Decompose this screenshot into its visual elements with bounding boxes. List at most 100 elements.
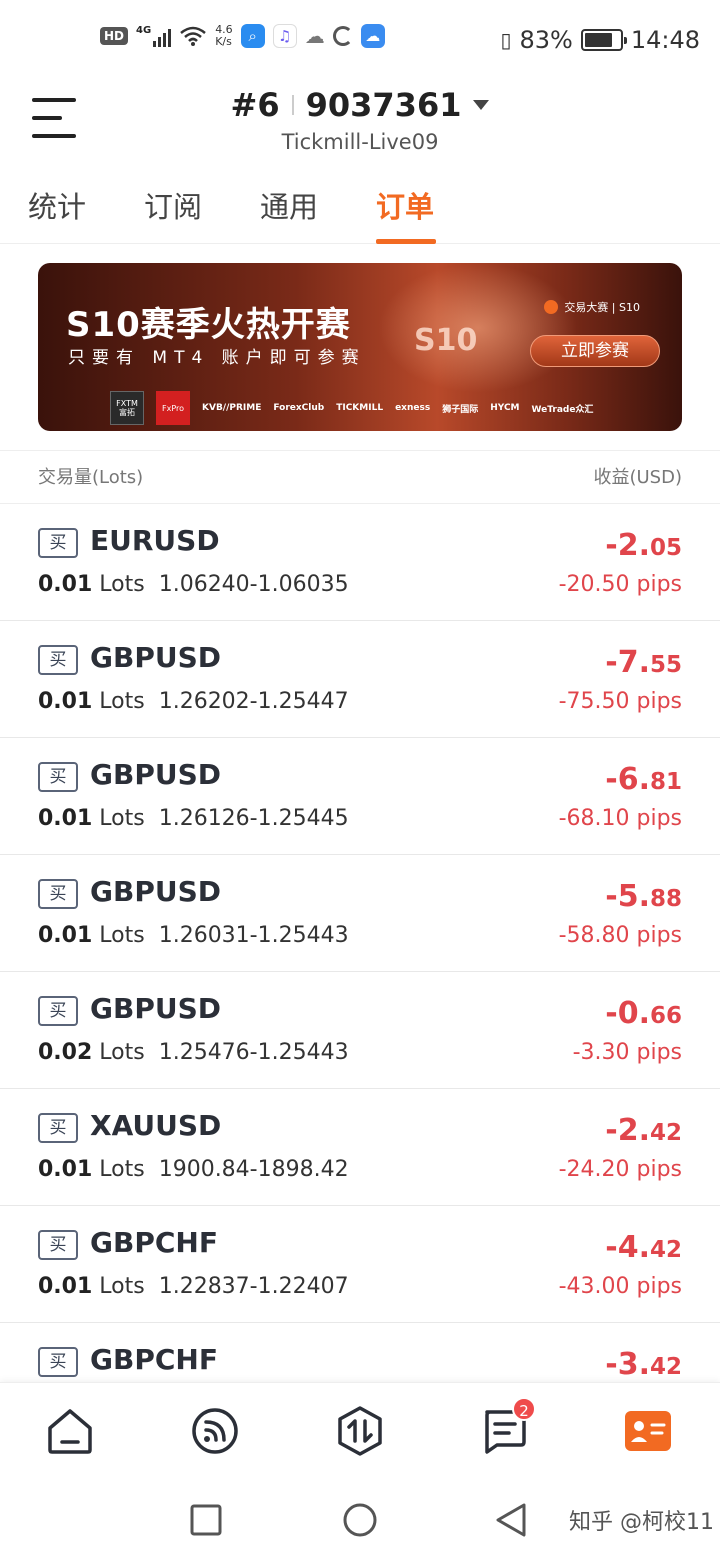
orders-column-header: 交易量(Lots) 收益(USD) — [0, 450, 720, 504]
order-lots-unit: Lots — [99, 923, 145, 948]
order-profit: -2.05 — [605, 528, 682, 563]
order-pips: -68.10 pips — [558, 806, 682, 831]
order-detail: 0.02 Lots 1.25476-1.25443 — [38, 1040, 349, 1065]
order-prices: 1.25476-1.25443 — [158, 1040, 349, 1065]
nav-messages[interactable]: 2 — [478, 1397, 536, 1457]
order-symbol: EURUSD — [90, 524, 220, 557]
tab-subscriptions[interactable]: 订阅 — [144, 184, 202, 226]
nav-home[interactable] — [44, 1405, 96, 1457]
order-profit: -6.81 — [605, 762, 682, 797]
sync-icon — [332, 26, 353, 46]
cloud-app-icon: ☁ — [360, 24, 385, 48]
system-nav-bar: 知乎 @柯校11 — [0, 1478, 720, 1560]
order-profit: -7.55 — [605, 645, 682, 680]
order-prices: 1.26031-1.25443 — [158, 923, 349, 948]
app-header: #6 9037361 Tickmill-Live09 — [0, 84, 720, 174]
bottom-nav: 2 — [0, 1382, 720, 1478]
status-right: ▯ 83% 14:48 — [500, 26, 700, 54]
order-prices: 1900.84-1898.42 — [158, 1157, 349, 1182]
order-profit: -2.42 — [605, 1113, 682, 1148]
watermark: 知乎 @柯校11 — [569, 1510, 714, 1535]
chevron-down-icon — [473, 100, 490, 110]
order-row[interactable]: 买 EURUSD 0.01 Lots 1.06240-1.06035 -2.05… — [0, 504, 720, 621]
battery-icon — [580, 29, 627, 51]
sponsor-logo-lion: 狮子国际 — [442, 404, 479, 415]
order-prices: 1.06240-1.06035 — [158, 572, 349, 597]
order-detail: 0.01 Lots 1.26202-1.25447 — [38, 689, 349, 714]
banner-brand: 交易大赛 | S10 — [544, 299, 640, 315]
wifi-icon — [180, 26, 206, 46]
trade-icon — [338, 1406, 382, 1456]
order-pips: -24.20 pips — [558, 1157, 682, 1182]
sponsor-logo-wetrade: WeTrade众汇 — [531, 404, 594, 415]
account-selector: #6 9037361 Tickmill-Live09 — [0, 84, 720, 154]
order-lots: 0.01 — [38, 1274, 93, 1299]
banner-title: S10赛季火热开赛 — [66, 305, 351, 345]
orders-list: 买 EURUSD 0.01 Lots 1.06240-1.06035 -2.05… — [0, 504, 720, 1382]
banner-brand-label: 交易大赛 | S10 — [564, 301, 640, 314]
order-side-badge: 买 — [38, 1230, 78, 1260]
tab-orders[interactable]: 订单 — [376, 184, 434, 226]
order-symbol: GBPUSD — [90, 875, 221, 908]
divider — [291, 95, 294, 115]
order-detail: 0.01 Lots 1.26031-1.25443 — [38, 923, 349, 948]
net-speed-unit: K/s — [215, 35, 232, 48]
order-row[interactable]: 买 XAUUSD 0.01 Lots 1900.84-1898.42 -2.42… — [0, 1089, 720, 1206]
nav-trade[interactable] — [334, 1405, 386, 1457]
order-side-badge: 买 — [38, 645, 78, 675]
hd-indicator: HD — [100, 27, 129, 45]
nav-account[interactable] — [622, 1405, 674, 1457]
server-name: Tickmill-Live09 — [281, 130, 439, 154]
order-side-badge: 买 — [38, 1347, 78, 1377]
home-circle-icon[interactable] — [342, 1502, 378, 1538]
order-row[interactable]: 买 GBPCHF 0.01 Lots 1.22837-1.22407 -4.42… — [0, 1206, 720, 1323]
app-screen: HD 4G 4.6 K/s ⌕ ♫ ☁ ☁ ▯ 83% 14:48 #6 903… — [0, 0, 720, 1560]
order-lots-unit: Lots — [99, 1157, 145, 1182]
promo-banner[interactable]: S10赛季火热开赛 只要有 MT4 账户即可参赛 S10 交易大赛 | S10 … — [38, 263, 682, 431]
join-contest-button[interactable]: 立即参赛 — [530, 335, 660, 367]
order-symbol: GBPCHF — [90, 1226, 218, 1259]
tab-statistics[interactable]: 统计 — [28, 184, 86, 226]
nav-feed[interactable] — [189, 1405, 241, 1457]
order-profit: -3.42 — [605, 1347, 682, 1382]
order-lots-unit: Lots — [99, 806, 145, 831]
order-prices: 1.26126-1.25445 — [158, 806, 349, 831]
banner-subtitle: 只要有 MT4 账户即可参赛 — [68, 348, 366, 368]
order-pips: -43.00 pips — [558, 1274, 682, 1299]
status-bar: HD 4G 4.6 K/s ⌕ ♫ ☁ ☁ ▯ 83% 14:48 — [0, 0, 720, 84]
order-symbol: GBPUSD — [90, 758, 221, 791]
order-row[interactable]: 买 GBPUSD 0.01 Lots 1.26126-1.25445 -6.81… — [0, 738, 720, 855]
feed-icon — [192, 1408, 238, 1454]
order-lots: 0.02 — [38, 1040, 93, 1065]
tab-general[interactable]: 通用 — [260, 184, 318, 226]
volume-column-label: 交易量(Lots) — [38, 467, 144, 488]
vibrate-icon: ▯ — [500, 28, 512, 52]
order-lots-unit: Lots — [99, 572, 145, 597]
cloud-icon: ☁ — [304, 24, 325, 48]
order-lots: 0.01 — [38, 689, 93, 714]
order-row[interactable]: 买 GBPCHF -3.42 — [0, 1323, 720, 1382]
order-detail: 0.01 Lots 1.22837-1.22407 — [38, 1274, 349, 1299]
order-row[interactable]: 买 GBPUSD 0.01 Lots 1.26202-1.25447 -7.55… — [0, 621, 720, 738]
status-left: HD 4G 4.6 K/s ⌕ ♫ ☁ ☁ — [100, 24, 385, 48]
order-side-badge: 买 — [38, 528, 78, 558]
search-app-icon: ⌕ — [240, 24, 265, 48]
sponsor-logo-fxpro: FxPro — [156, 391, 190, 425]
order-pips: -3.30 pips — [572, 1040, 682, 1065]
order-lots-unit: Lots — [99, 1274, 145, 1299]
order-side-badge: 买 — [38, 996, 78, 1026]
home-icon — [48, 1409, 92, 1454]
recent-apps-icon[interactable] — [190, 1504, 222, 1536]
sponsor-logo-fxtm: FXTM 富拓 — [110, 391, 144, 425]
order-row[interactable]: 买 GBPUSD 0.02 Lots 1.25476-1.25443 -0.66… — [0, 972, 720, 1089]
order-detail: 0.01 Lots 1.06240-1.06035 — [38, 572, 349, 597]
account-switcher[interactable]: #6 9037361 — [231, 86, 490, 124]
order-profit: -0.66 — [605, 996, 682, 1031]
order-row[interactable]: 买 GBPUSD 0.01 Lots 1.26031-1.25443 -5.88… — [0, 855, 720, 972]
back-icon[interactable] — [494, 1502, 528, 1538]
tab-bar: 统计 订阅 通用 订单 — [0, 178, 720, 244]
sponsor-logo-exness: exness — [395, 403, 431, 413]
sponsor-logos: FXTM 富拓 FxPro KVB//PRIME ForexClub TICKM… — [38, 385, 682, 431]
order-lots: 0.01 — [38, 572, 93, 597]
order-symbol: GBPUSD — [90, 992, 221, 1025]
